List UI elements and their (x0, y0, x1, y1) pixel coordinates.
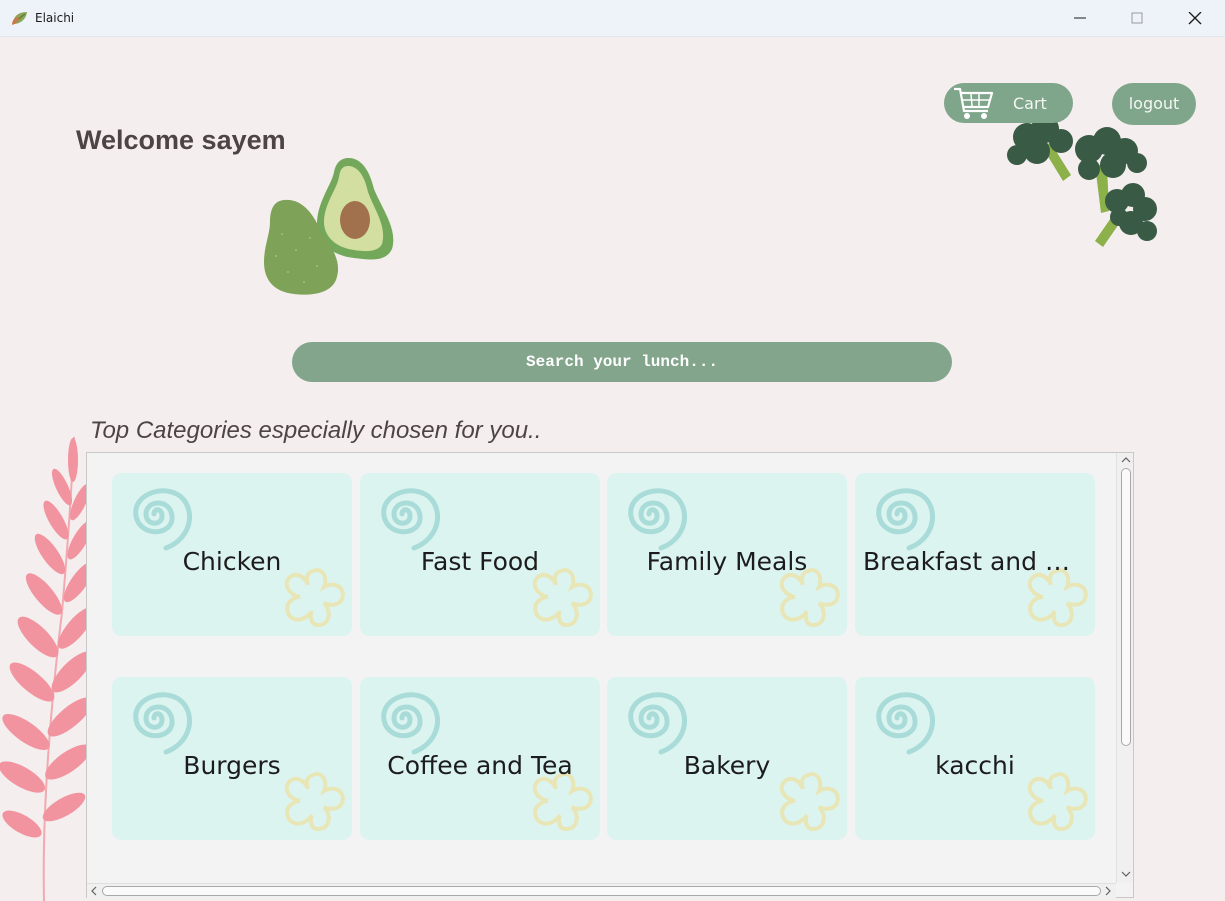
category-card-chicken[interactable]: Chicken (112, 473, 352, 636)
maximize-icon (1131, 12, 1143, 24)
swirl-decoration (381, 488, 441, 551)
search-bar[interactable] (292, 342, 952, 382)
swirl-decoration (876, 692, 936, 755)
search-input[interactable] (292, 342, 952, 382)
scroll-left-arrow-icon[interactable] (87, 884, 101, 898)
category-label: Coffee and Tea (387, 751, 573, 780)
horizontal-scrollbar[interactable] (87, 883, 1116, 898)
category-label: Bakery (683, 751, 771, 780)
category-card-kacchi[interactable]: kacchi (855, 677, 1095, 840)
title-bar: Elaichi (0, 0, 1225, 37)
category-label: Fast Food (420, 547, 540, 576)
category-label: Chicken (182, 547, 282, 576)
window-title: Elaichi (35, 11, 75, 25)
swirl-decoration (876, 488, 936, 551)
swirl-decoration (133, 488, 193, 551)
swirl-decoration (133, 692, 193, 755)
horizontal-scroll-thumb[interactable] (102, 886, 1101, 896)
close-icon (1188, 12, 1202, 25)
avocado-illustration (264, 157, 394, 295)
category-card-family-meals[interactable]: Family Meals (607, 473, 847, 636)
swirl-decoration (628, 692, 688, 755)
shopping-cart-icon (954, 87, 994, 119)
category-label: Family Meals (646, 547, 808, 576)
categories-title: Top Categories especially chosen for you… (90, 417, 542, 444)
scroll-up-arrow-icon[interactable] (1119, 453, 1133, 467)
category-card-breakfast[interactable]: Breakfast and Br... (855, 473, 1095, 636)
cart-button[interactable]: Cart (944, 83, 1073, 123)
vertical-scroll-thumb[interactable] (1121, 468, 1131, 746)
welcome-heading: Welcome sayem (76, 125, 286, 155)
category-label: Breakfast and Br... (863, 547, 1094, 576)
maximize-button[interactable] (1108, 0, 1166, 37)
vertical-scrollbar[interactable] (1116, 453, 1133, 883)
close-button[interactable] (1166, 0, 1224, 37)
category-card-bakery[interactable]: Bakery (607, 677, 847, 840)
logout-button[interactable]: logout (1112, 83, 1196, 125)
scroll-right-arrow-icon[interactable] (1101, 884, 1115, 898)
minimize-icon (1074, 17, 1086, 19)
scroll-down-arrow-icon[interactable] (1119, 867, 1133, 881)
category-label: kacchi (935, 751, 1015, 780)
minimize-button[interactable] (1051, 0, 1109, 37)
category-card-fast-food[interactable]: Fast Food (360, 473, 600, 636)
category-card-coffee-tea[interactable]: Coffee and Tea (360, 677, 600, 840)
leaf-plant-illustration (0, 436, 92, 901)
swirl-decoration (381, 692, 441, 755)
category-card-burgers[interactable]: Burgers (112, 677, 352, 840)
leaf-icon (12, 12, 27, 25)
cart-label: Cart (1013, 94, 1047, 113)
swirl-decoration (628, 488, 688, 551)
broccoli-illustration (1007, 115, 1157, 247)
category-label: Burgers (183, 751, 281, 780)
